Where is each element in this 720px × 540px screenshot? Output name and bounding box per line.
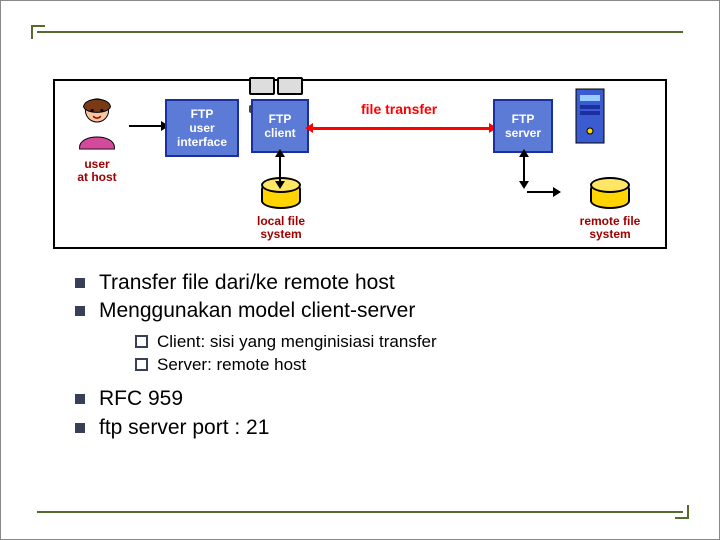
ftp-client-box: FTPclient [251, 99, 309, 153]
bullet-text: Client: sisi yang menginisiasi transfer [157, 332, 437, 351]
bullet-level1: ftp server port : 21 [75, 414, 659, 442]
top-rule [37, 31, 683, 33]
bullet-text: Menggunakan model client-server [99, 299, 415, 322]
ftp-server-box: FTPserver [493, 99, 553, 153]
slide: userat host FTPuserinterface FTPclient [0, 0, 720, 540]
person-icon [68, 93, 126, 151]
corner-bottom-right [675, 505, 689, 519]
bullet-level1: Menggunakan model client-server Client: … [75, 297, 659, 377]
workstation-icon [249, 77, 313, 101]
remote-fs-label: remote filesystem [555, 215, 665, 241]
arrow-server-to-remotefs-2 [527, 191, 553, 193]
server-tower-icon [569, 87, 611, 147]
bullet-text: RFC 959 [99, 387, 183, 410]
ftp-client: FTPclient [251, 99, 311, 153]
ftp-server: FTPserver [493, 99, 555, 153]
bullet-text: Server: remote host [157, 355, 306, 374]
bullet-level1: Transfer file dari/ke remote host [75, 269, 659, 297]
remote-host-icon [555, 87, 625, 152]
local-fs-label: local filesystem [231, 215, 331, 241]
local-file-system: local filesystem [231, 181, 331, 241]
arrow-file-transfer [313, 127, 489, 130]
bullet-text: Transfer file dari/ke remote host [99, 271, 395, 294]
slide-body: Transfer file dari/ke remote host Menggu… [75, 269, 659, 442]
user-at-host: userat host [61, 93, 133, 184]
arrow-user-to-ui [129, 125, 161, 127]
ftp-ui-box: FTPuserinterface [165, 99, 239, 157]
remote-file-system: remote filesystem [555, 181, 665, 241]
bottom-rule [37, 511, 683, 513]
bullet-level2: Server: remote host [135, 353, 659, 377]
bullet-text: ftp server port : 21 [99, 416, 269, 439]
ftp-diagram: userat host FTPuserinterface FTPclient [53, 79, 667, 249]
file-transfer-label: file transfer [361, 101, 437, 117]
arrow-client-to-localfs [279, 157, 281, 181]
user-label: userat host [61, 158, 133, 184]
ftp-user-interface: FTPuserinterface [165, 99, 239, 157]
bullet-level1: RFC 959 [75, 385, 659, 413]
corner-top-left [31, 25, 45, 39]
arrow-server-to-remotefs-1 [523, 157, 525, 181]
bullet-level2: Client: sisi yang menginisiasi transfer [135, 330, 659, 354]
disk-icon [590, 181, 630, 209]
